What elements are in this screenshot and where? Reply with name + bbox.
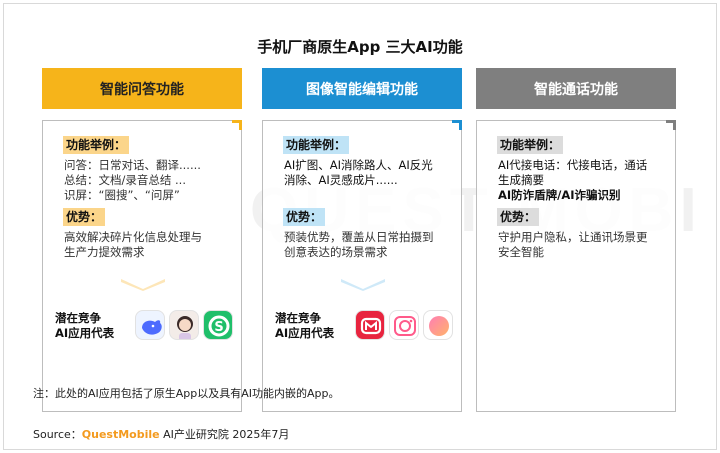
- example-tag: 功能举例：: [497, 136, 564, 154]
- column-smart-qa: 智能问答功能 功能举例： 问答：日常对话、翻译...... 总结：文档/录音总结…: [42, 68, 242, 412]
- example-tag: 功能举例：: [283, 136, 350, 154]
- advantage-line: 预装优势，覆盖从日常拍摄到: [284, 230, 434, 244]
- example-line: AI防诈盾牌/AI诈骗识别: [498, 188, 621, 202]
- example-tag: 功能举例：: [63, 136, 130, 154]
- example-line: 识屏：“圈搜”、“问屏”: [64, 188, 180, 202]
- card-corner-accent: [666, 120, 676, 130]
- page-title: 手机厂商原生App 三大AI功能: [257, 38, 463, 56]
- advantage-line: 生产力提效需求: [64, 245, 145, 259]
- example-line: AI代接电话：代接电话，通话: [498, 158, 648, 172]
- rep-label: 潜在竞争 AI应用代表: [55, 311, 115, 340]
- svg-text:S: S: [214, 320, 223, 335]
- avatar-app-icon: [169, 310, 199, 340]
- example-line: 总结：文档/录音总结 ...: [64, 173, 186, 187]
- feature-card: 功能举例： AI扩图、AI消除路人、AI反光 消除、AI灵感成片...... 优…: [262, 120, 462, 412]
- footnote: 注：此处的AI应用包括了原生App以及具有AI功能内嵌的App。: [33, 387, 340, 400]
- pink-camera-app-icon: [389, 310, 419, 340]
- gradient-circle-app-icon: [423, 310, 453, 340]
- advantage-tag: 优势：: [497, 208, 540, 226]
- advantage-line: 守护用户隐私，让通讯场景更: [498, 230, 648, 244]
- advantage-line: 创意表达的场景需求: [284, 245, 388, 259]
- whale-app-icon: [135, 310, 165, 340]
- feature-card: 功能举例： AI代接电话：代接电话，通话 生成摘要 AI防诈盾牌/AI诈骗识别 …: [476, 120, 676, 412]
- chevron-down-icon: [121, 279, 165, 291]
- example-line: 消除、AI灵感成片......: [284, 173, 398, 187]
- column-header: 图像智能编辑功能: [262, 68, 462, 109]
- column-header: 智能通话功能: [476, 68, 676, 109]
- source-suffix: AI产业研究院 2025年7月: [159, 428, 290, 441]
- advantage-tag: 优势：: [283, 208, 326, 226]
- green-s-app-icon: S: [203, 310, 233, 340]
- advantage-line: 安全智能: [498, 245, 544, 259]
- advantage-tag: 优势：: [63, 208, 106, 226]
- card-corner-accent: [232, 120, 242, 130]
- example-line: 生成摘要: [498, 173, 544, 187]
- example-line: 问答：日常对话、翻译......: [64, 158, 201, 172]
- source-line: Source：QuestMobile AI产业研究院 2025年7月: [33, 426, 289, 442]
- source-prefix: Source：: [33, 428, 82, 441]
- source-brand: QuestMobile: [81, 428, 160, 441]
- red-camera-app-icon: [355, 310, 385, 340]
- chevron-down-icon: [341, 279, 385, 291]
- example-line: AI扩图、AI消除路人、AI反光: [284, 158, 433, 172]
- column-smart-call: 智能通话功能 功能举例： AI代接电话：代接电话，通话 生成摘要 AI防诈盾牌/…: [476, 68, 676, 412]
- card-corner-accent: [452, 120, 462, 130]
- feature-card: 功能举例： 问答：日常对话、翻译...... 总结：文档/录音总结 ... 识屏…: [42, 120, 242, 412]
- column-header: 智能问答功能: [42, 68, 242, 109]
- advantage-line: 高效解决碎片化信息处理与: [64, 230, 202, 244]
- column-image-editing: 图像智能编辑功能 功能举例： AI扩图、AI消除路人、AI反光 消除、AI灵感成…: [262, 68, 462, 412]
- rep-label: 潜在竞争 AI应用代表: [275, 311, 335, 340]
